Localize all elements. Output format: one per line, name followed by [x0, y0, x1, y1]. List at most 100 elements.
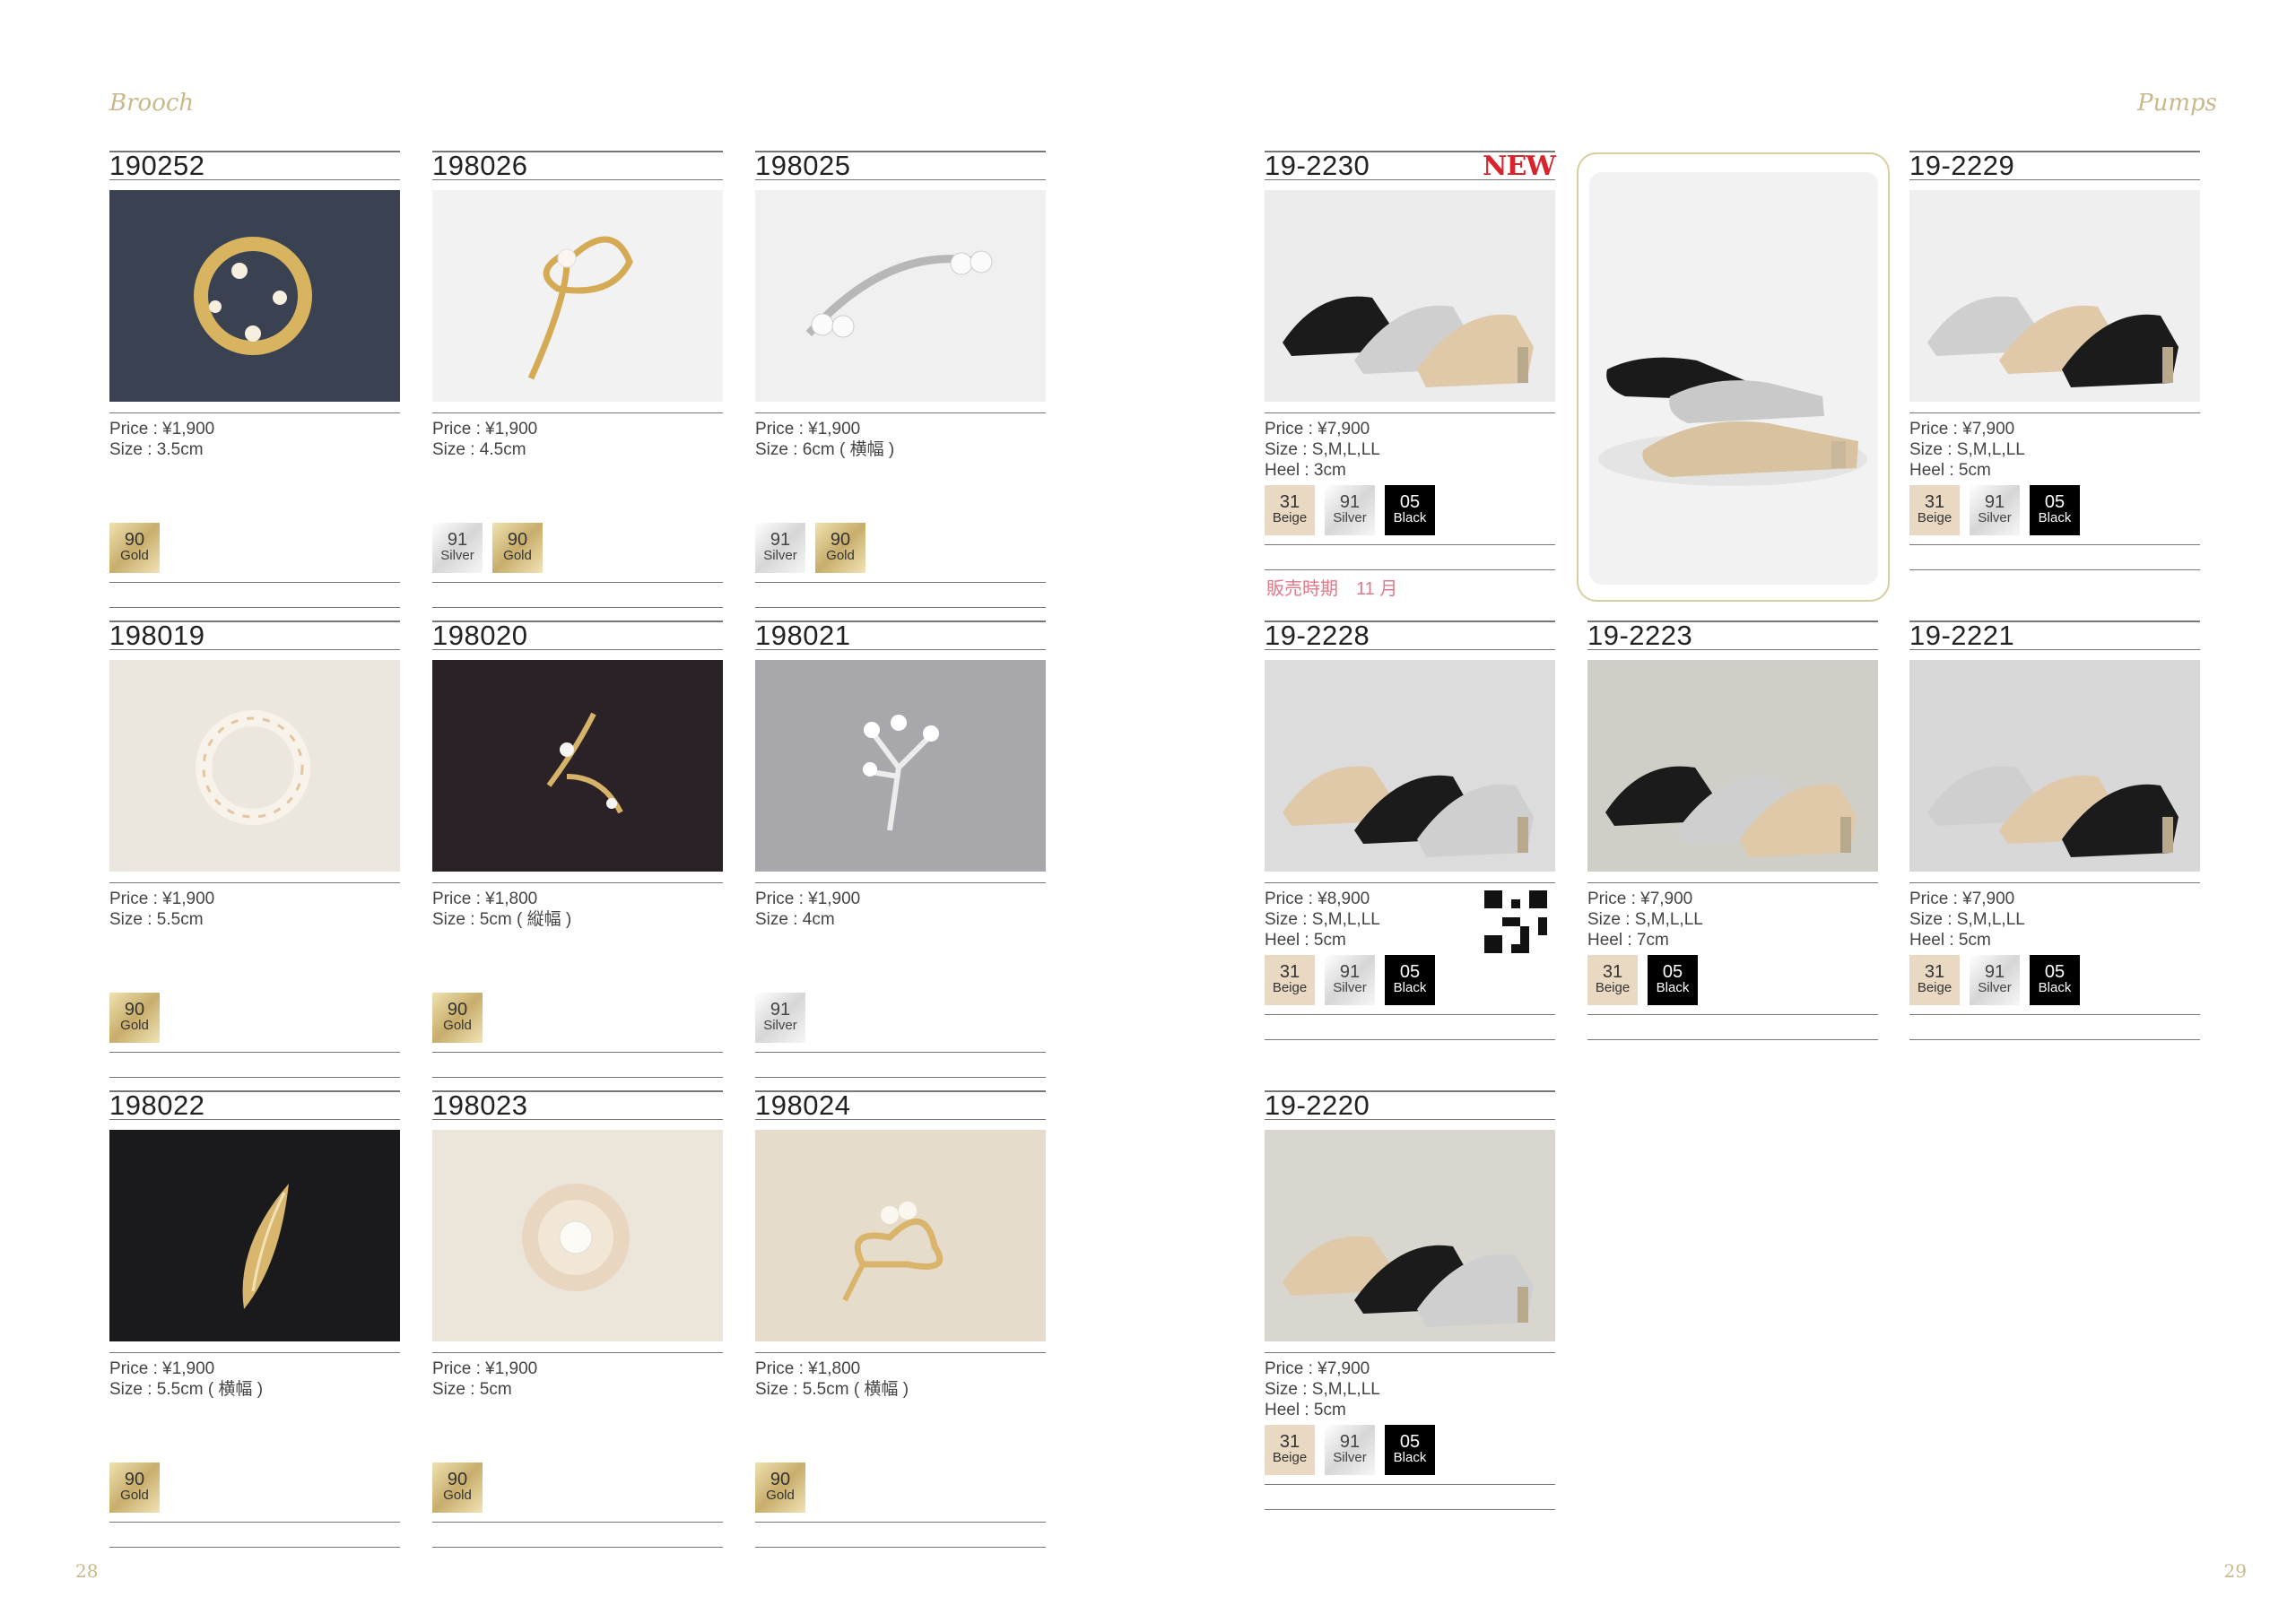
color-swatch-gold[interactable]: 90 Gold — [109, 993, 160, 1043]
product-photo — [432, 1130, 723, 1341]
color-swatch-silver[interactable]: 91 Silver — [1970, 485, 2020, 535]
product-price: Price : ¥1,900 — [109, 1359, 215, 1378]
color-swatch-black[interactable]: 05 Black — [2030, 955, 2080, 1005]
product-code: 198019 — [109, 620, 205, 651]
color-swatch-black[interactable]: 05 Black — [1385, 955, 1435, 1005]
color-code: 31 — [1602, 962, 1623, 982]
color-name: Black — [1393, 980, 1427, 995]
card-bottom-rule — [109, 607, 400, 608]
color-swatch-gold[interactable]: 90 Gold — [815, 523, 865, 573]
brooch-product-card: 198024 Price : ¥1,800 Size : 5.5cm ( 横幅 ) 9… — [755, 1090, 1046, 1572]
product-code: 198026 — [432, 150, 528, 181]
color-swatches: 91 Silver 90 Gold — [432, 523, 723, 573]
color-code: 05 — [2044, 962, 2066, 982]
card-photo-rule — [1909, 412, 2200, 413]
color-swatch-gold[interactable]: 90 Gold — [109, 1462, 160, 1513]
product-price: Price : ¥1,900 — [432, 1359, 538, 1378]
product-heel: Heel : 3cm — [1265, 461, 1346, 480]
color-swatch-beige[interactable]: 31 Beige — [1265, 955, 1315, 1005]
color-swatch-silver[interactable]: 91 Silver — [755, 993, 805, 1043]
color-name: Gold — [443, 1488, 472, 1503]
product-price: Price : ¥1,900 — [755, 890, 861, 908]
color-name: Silver — [1978, 510, 2012, 525]
card-bottom-rule — [432, 1522, 723, 1523]
color-name: Beige — [1595, 980, 1631, 995]
card-bottom-rule — [1909, 569, 2200, 570]
color-swatch-black[interactable]: 05 Black — [2030, 485, 2080, 535]
product-photo — [1265, 1130, 1555, 1341]
color-swatch-beige[interactable]: 31 Beige — [1265, 485, 1315, 535]
color-swatch-silver[interactable]: 91 Silver — [755, 523, 805, 573]
color-code: 91 — [447, 530, 468, 550]
color-swatch-black[interactable]: 05 Black — [1648, 955, 1698, 1005]
color-swatch-silver[interactable]: 91 Silver — [1325, 1425, 1375, 1475]
color-name: Gold — [443, 1018, 472, 1033]
color-swatch-gold[interactable]: 90 Gold — [492, 523, 543, 573]
product-code: 19-2230 — [1265, 150, 1370, 181]
card-bottom-rule — [109, 1077, 400, 1078]
card-photo-rule — [755, 412, 1046, 413]
card-bottom-rule — [1265, 569, 1555, 570]
color-code: 05 — [1399, 1432, 1421, 1452]
color-swatch-gold[interactable]: 90 Gold — [109, 523, 160, 573]
featured-pumps-photo — [1589, 172, 1878, 585]
color-swatch-beige[interactable]: 31 Beige — [1265, 1425, 1315, 1475]
brooch-product-card: 198019 Price : ¥1,900 Size : 5.5cm 90 Gold — [109, 621, 400, 1102]
brooch-product-card: 198025 Price : ¥1,900 Size : 6cm ( 横幅 ) 91 S… — [755, 151, 1046, 632]
color-swatch-beige[interactable]: 31 Beige — [1909, 485, 1960, 535]
color-swatch-beige[interactable]: 31 Beige — [1909, 955, 1960, 1005]
product-photo — [432, 190, 723, 402]
color-swatch-black[interactable]: 05 Black — [1385, 485, 1435, 535]
color-code: 31 — [1279, 492, 1300, 512]
card-photo-rule — [109, 882, 400, 883]
brooch-product-card: 198023 Price : ¥1,900 Size : 5cm 90 Gold — [432, 1090, 723, 1572]
color-name: Gold — [120, 1018, 149, 1033]
color-name: Silver — [763, 548, 797, 563]
color-swatch-gold[interactable]: 90 Gold — [755, 1462, 805, 1513]
product-size: Size : S,M,L,LL — [1909, 440, 2025, 459]
color-swatches: 90 Gold — [432, 993, 723, 1043]
product-price: Price : ¥1,900 — [109, 420, 215, 438]
color-swatch-silver[interactable]: 91 Silver — [1325, 955, 1375, 1005]
color-swatch-beige[interactable]: 31 Beige — [1587, 955, 1638, 1005]
color-name: Gold — [120, 1488, 149, 1503]
color-swatches: 91 Silver 90 Gold — [755, 523, 1046, 573]
card-bottom-rule — [1265, 1014, 1555, 1015]
color-code: 90 — [770, 1470, 791, 1489]
product-heel: Heel : 5cm — [1265, 931, 1346, 950]
product-code: 198024 — [755, 1089, 851, 1121]
color-swatches: 90 Gold — [432, 1462, 723, 1513]
card-bottom-rule — [1909, 1039, 2200, 1040]
product-photo — [755, 1130, 1046, 1341]
brooch-product-card: 198020 Price : ¥1,800 Size : 5cm ( 縦幅 ) 90 G… — [432, 621, 723, 1102]
color-swatches: 90 Gold — [109, 993, 400, 1043]
color-swatch-silver[interactable]: 91 Silver — [432, 523, 483, 573]
color-name: Gold — [826, 548, 855, 563]
product-code: 198020 — [432, 620, 528, 651]
color-name: Beige — [1272, 980, 1308, 995]
product-size: Size : 4.5cm — [432, 440, 526, 459]
color-swatch-gold[interactable]: 90 Gold — [432, 1462, 483, 1513]
color-name: Black — [1393, 510, 1427, 525]
product-heel: Heel : 5cm — [1265, 1401, 1346, 1419]
product-size: Size : S,M,L,LL — [1587, 910, 1703, 929]
card-bottom-rule — [1587, 1014, 1878, 1015]
color-swatch-black[interactable]: 05 Black — [1385, 1425, 1435, 1475]
color-name: Gold — [120, 548, 149, 563]
product-size: Size : 4cm — [755, 910, 835, 929]
color-swatch-silver[interactable]: 91 Silver — [1970, 955, 2020, 1005]
right-page-number: 29 — [2223, 1560, 2247, 1582]
color-code: 90 — [447, 1470, 468, 1489]
product-code: 19-2228 — [1265, 620, 1370, 651]
card-bottom-rule — [1265, 1509, 1555, 1510]
product-size: Size : 5cm ( 縦幅 ) — [432, 910, 572, 929]
left-page-number: 28 — [75, 1560, 99, 1582]
color-code: 05 — [1662, 962, 1683, 982]
color-swatch-gold[interactable]: 90 Gold — [432, 993, 483, 1043]
product-size: Size : S,M,L,LL — [1265, 910, 1380, 929]
color-swatch-silver[interactable]: 91 Silver — [1325, 485, 1375, 535]
color-code: 91 — [770, 1000, 791, 1020]
card-bottom-rule — [109, 1522, 400, 1523]
product-price: Price : ¥1,800 — [432, 890, 538, 908]
card-bottom-rule — [1265, 544, 1555, 545]
